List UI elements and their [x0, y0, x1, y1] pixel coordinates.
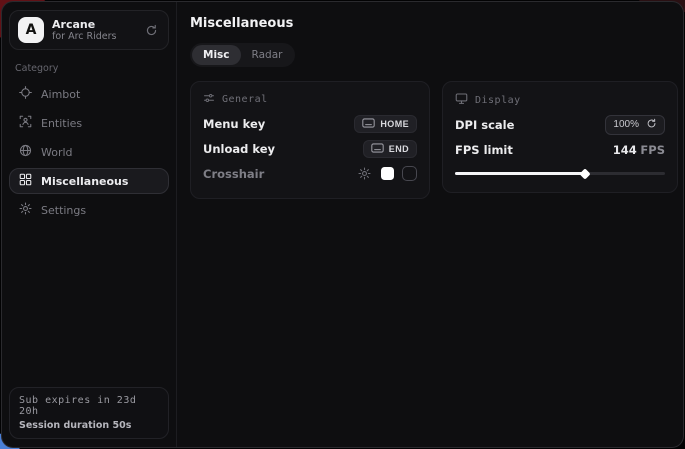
subscription-expiry: Sub expires in 23d 20h: [19, 395, 159, 417]
monitor-icon: [455, 92, 468, 108]
dpi-scale-row: DPI scale 100%: [455, 112, 665, 137]
menu-key-value: HOME: [380, 119, 409, 129]
menu-key-button[interactable]: HOME: [354, 115, 417, 133]
session-duration: Session duration 50s: [19, 420, 159, 431]
tab-bar: Misc Radar: [190, 43, 295, 67]
fps-slider-thumb[interactable]: [580, 168, 591, 179]
panels-row: General Menu key HOME Unload key: [190, 81, 678, 199]
sidebar-item-entities[interactable]: Entities: [9, 110, 169, 136]
tab-radar[interactable]: Radar: [241, 45, 294, 65]
main-content: Miscellaneous Misc Radar General: [177, 2, 684, 447]
sidebar-item-label: Miscellaneous: [41, 175, 128, 188]
general-panel: General Menu key HOME Unload key: [190, 81, 430, 199]
crosshair-row: Crosshair: [203, 161, 417, 186]
sidebar-item-label: Settings: [41, 204, 86, 217]
sidebar-item-aimbot[interactable]: Aimbot: [9, 81, 169, 107]
display-panel-title: Display: [475, 95, 521, 106]
fps-limit-label: FPS limit: [455, 143, 513, 157]
fps-unit: FPS: [640, 143, 665, 157]
entities-icon: [19, 115, 32, 131]
grid-icon: [19, 173, 32, 189]
sidebar-item-miscellaneous[interactable]: Miscellaneous: [9, 168, 169, 194]
crosshair-settings-gear-icon[interactable]: [355, 165, 373, 183]
unload-key-button[interactable]: END: [363, 140, 417, 158]
crosshair-controls: [355, 165, 417, 183]
crosshair-icon: [19, 86, 32, 102]
display-panel: Display DPI scale 100% FPS limit: [442, 81, 678, 193]
unload-key-value: END: [389, 144, 409, 154]
app-logo: A: [18, 17, 44, 43]
crosshair-checkbox[interactable]: [402, 166, 417, 181]
dpi-scale-label: DPI scale: [455, 118, 514, 132]
dpi-scale-value: 100%: [613, 119, 639, 130]
unload-key-row: Unload key END: [203, 136, 417, 161]
sidebar-item-settings[interactable]: Settings: [9, 197, 169, 223]
sidebar-item-label: Aimbot: [41, 88, 80, 101]
general-panel-title: General: [222, 94, 268, 105]
profile-meta: Arcane for Arc Riders: [52, 18, 134, 43]
page-title: Miscellaneous: [190, 16, 678, 31]
subscription-card: Sub expires in 23d 20h Session duration …: [9, 387, 169, 439]
refresh-icon: [646, 118, 657, 132]
sidebar-spacer: [9, 223, 169, 387]
crosshair-color-swatch[interactable]: [381, 167, 394, 180]
category-label: Category: [15, 63, 163, 74]
sidebar-item-label: World: [41, 146, 73, 159]
dpi-scale-button[interactable]: 100%: [605, 115, 665, 135]
fps-limit-value: 144 FPS: [613, 143, 665, 157]
gear-icon: [19, 202, 32, 218]
sidebar-item-world[interactable]: World: [9, 139, 169, 165]
keyboard-icon: [371, 143, 384, 155]
fps-limit-row: FPS limit 144 FPS: [455, 137, 665, 162]
app-title: Arcane: [52, 18, 134, 31]
sidebar-nav: Aimbot Entities World: [9, 81, 169, 223]
app-window: A Arcane for Arc Riders Category Aimbot: [1, 1, 684, 448]
fps-slider-fill: [455, 172, 585, 175]
crosshair-label: Crosshair: [203, 167, 264, 181]
unload-key-label: Unload key: [203, 142, 275, 156]
general-panel-header: General: [203, 92, 417, 107]
sidebar: A Arcane for Arc Riders Category Aimbot: [2, 2, 177, 447]
keyboard-icon: [362, 118, 375, 130]
app-subtitle: for Arc Riders: [52, 31, 134, 43]
display-panel-header: Display: [455, 92, 665, 108]
sync-icon[interactable]: [142, 21, 160, 39]
menu-key-label: Menu key: [203, 117, 265, 131]
sliders-icon: [203, 92, 215, 107]
profile-card: A Arcane for Arc Riders: [9, 10, 169, 50]
menu-key-row: Menu key HOME: [203, 111, 417, 136]
tab-misc[interactable]: Misc: [192, 45, 241, 65]
fps-number: 144: [613, 143, 637, 157]
sidebar-item-label: Entities: [41, 117, 82, 130]
fps-limit-slider[interactable]: [455, 166, 665, 180]
globe-icon: [19, 144, 32, 160]
